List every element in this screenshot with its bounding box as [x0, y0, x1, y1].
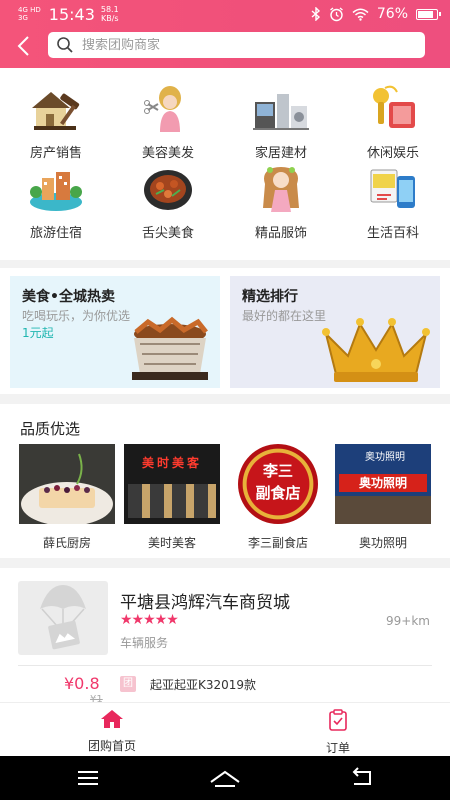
back-nav-icon[interactable] [342, 766, 382, 790]
dessert-photo [19, 444, 115, 524]
merchant-name: 平塘县鸿辉汽车商贸城 [120, 593, 290, 613]
food-plate-icon [144, 170, 192, 210]
category-label: 旅游住宿 [29, 226, 82, 241]
microphone-icon [373, 85, 415, 128]
header: 4G HD 3G 15:43 58.1 KB/s 76% [0, 0, 450, 68]
shop-name: 薛氏厨房 [42, 536, 91, 550]
net-speed-value: 58.1 [100, 5, 119, 14]
status-bar: 4G HD 3G 15:43 58.1 KB/s 76% [0, 0, 450, 28]
fashion-doll-icon [263, 167, 299, 212]
life-guide-icon [370, 169, 415, 208]
grill-dish-icon [132, 316, 208, 380]
image-placeholder-icon [40, 585, 86, 650]
battery-fill [418, 10, 434, 18]
category-fashion[interactable]: 精品服饰 [225, 158, 337, 241]
alarm-icon [329, 6, 343, 21]
category-beauty[interactable]: 美容美发 [112, 78, 224, 161]
category-travel[interactable]: 旅游住宿 [0, 158, 112, 241]
shop-sign-text: 美时美客 [141, 456, 202, 470]
search-icon [57, 37, 73, 53]
tab-bar: 团购首页 订单 [0, 702, 450, 756]
banner-price: 1元起 [22, 326, 54, 340]
shop-image: 李三 副食店 [230, 444, 326, 524]
category-grid: 房产销售 美容美发 家居建材 休闲娱乐 旅游住宿 舌尖美食 精品服饰 生活百科 [0, 68, 450, 260]
category-entertainment[interactable]: 休闲娱乐 [337, 78, 449, 161]
seal-badge: 李三 副食店 [238, 444, 318, 524]
deal-title[interactable]: 起亚起亚K32019款 [150, 676, 256, 693]
category-life[interactable]: 生活百科 [337, 158, 449, 241]
shop-image: 美时美客 [124, 444, 220, 524]
tab-home[interactable]: 团购首页 [62, 709, 162, 754]
seal-line-2: 副食店 [255, 484, 301, 502]
clock: 15:43 [48, 4, 95, 24]
shop-name: 美时美客 [147, 536, 196, 550]
promo-section: 美食•全城热卖 吃喝玩乐，为你优选 1元起 精选排行 最好的都在这里 [0, 268, 450, 394]
merchant-category: 车辆服务 [120, 636, 169, 650]
battery-percent: 76% [376, 6, 408, 22]
network-indicator: 4G HD 3G [18, 6, 41, 22]
shop-card[interactable]: 薛氏厨房 [19, 444, 115, 554]
merchant-distance: 99+km [386, 614, 430, 628]
shop-sign-banner: 奥功照明 [339, 474, 427, 492]
search-input[interactable] [82, 37, 382, 53]
beauty-icon [144, 86, 181, 132]
shop-image [19, 444, 115, 524]
status-icons: 76% [311, 6, 441, 22]
house-gavel-icon [32, 92, 80, 130]
category-label: 生活百科 [366, 226, 419, 241]
storefront-windows [128, 484, 216, 518]
system-nav-bar [0, 756, 450, 800]
category-label: 舌尖美食 [141, 226, 194, 241]
category-food[interactable]: 舌尖美食 [112, 158, 224, 241]
back-button[interactable] [14, 34, 34, 58]
divider [18, 665, 432, 666]
banner-subtitle: 最好的都在这里 [242, 309, 327, 323]
shop-sign-top: 奥功照明 [365, 452, 405, 463]
shop-image: 奥功照明 奥功照明 [335, 444, 431, 524]
seal-line-1: 李三 [262, 462, 293, 480]
banner-subtitle: 吃喝玩乐，为你优选 [22, 309, 131, 323]
shop-name: 奥功照明 [358, 536, 407, 550]
category-home[interactable]: 家居建材 [225, 78, 337, 161]
merchant-thumbnail [18, 581, 108, 655]
tab-label: 团购首页 [87, 739, 136, 753]
network-3g: 3G [18, 14, 28, 22]
network-4g: 4G HD [18, 6, 41, 14]
shop-name: 李三副食店 [247, 536, 308, 550]
shop-card[interactable]: 李三 副食店 李三副食店 [230, 444, 326, 554]
group-buy-badge: 团 [120, 676, 136, 692]
category-real-estate[interactable]: 房产销售 [0, 78, 112, 161]
net-speed-unit: KB/s [100, 14, 119, 23]
deal-price: ¥0.8 [64, 674, 100, 693]
search-bar[interactable] [48, 32, 425, 58]
merchant-card[interactable]: 平塘县鸿辉汽车商贸城 ★★★★★ 99+km 车辆服务 ¥0.8 ¥1 团 起亚… [0, 568, 450, 710]
home-appliance-icon [253, 94, 309, 130]
banner-food-hot-sale[interactable]: 美食•全城热卖 吃喝玩乐，为你优选 1元起 [10, 276, 220, 388]
home-icon [101, 710, 123, 728]
home-nav-icon[interactable] [205, 766, 245, 790]
screen: 4G HD 3G 15:43 58.1 KB/s 76% 搜索团购商家 房产销售… [0, 0, 450, 800]
battery-icon [416, 8, 441, 20]
storefront [335, 496, 431, 524]
tab-label: 订单 [325, 741, 350, 755]
shop-card[interactable]: 美时美客 美时美客 [124, 444, 220, 554]
category-label: 精品服饰 [254, 226, 307, 241]
net-speed: 58.1 KB/s [101, 5, 119, 23]
banner-top-picks[interactable]: 精选排行 最好的都在这里 [230, 276, 440, 388]
quality-section: 品质优选 薛氏厨房 美时美客 美时美客 李三 副食店 李三副食店 奥功照明 奥功… [0, 404, 450, 558]
order-icon [329, 709, 347, 731]
resort-icon [30, 172, 82, 211]
crown-icon [322, 318, 430, 382]
tab-orders[interactable]: 订单 [288, 709, 388, 756]
shop-card[interactable]: 奥功照明 奥功照明 奥功照明 [335, 444, 431, 554]
banner-title: 精选排行 [242, 289, 298, 305]
rating-stars: ★★★★★ [120, 612, 179, 628]
section-title: 品质优选 [20, 420, 81, 438]
bluetooth-icon [311, 7, 320, 21]
wifi-icon [352, 8, 369, 21]
banner-title: 美食•全城热卖 [22, 289, 115, 305]
menu-icon[interactable] [68, 766, 108, 790]
